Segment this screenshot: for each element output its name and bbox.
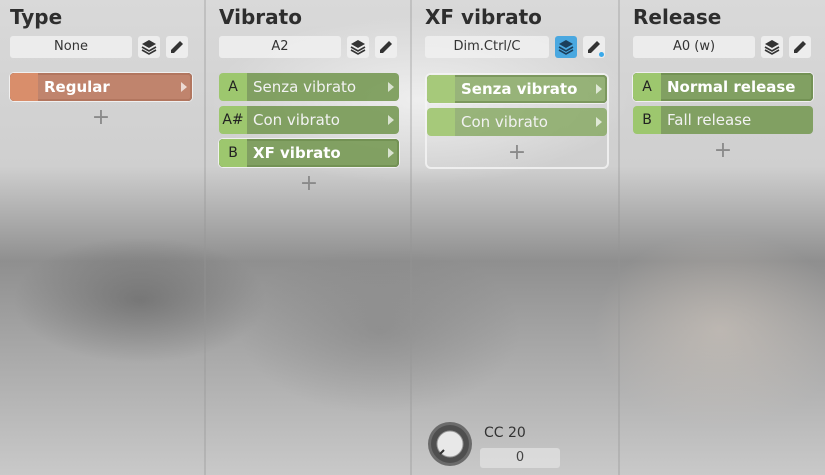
layers-icon <box>141 40 157 55</box>
column-vibrato: Vibrato A2 A Senza vibrato A# Con vibrat… <box>204 0 410 475</box>
add-articulation-button[interactable]: + <box>633 139 813 163</box>
add-articulation-button[interactable]: + <box>219 172 399 196</box>
column-title: Vibrato <box>219 5 302 29</box>
edit-button[interactable] <box>375 36 397 58</box>
add-articulation-button[interactable]: + <box>10 106 192 130</box>
articulation-key: B <box>633 106 661 134</box>
articulation-label: Regular <box>38 73 192 101</box>
articulation-key: A <box>219 73 247 101</box>
column-title: XF vibrato <box>425 5 542 29</box>
expand-arrow-icon[interactable] <box>388 148 394 158</box>
column-xf-vibrato: XF vibrato Dim.Ctrl/C Senza vibrato Con … <box>410 0 618 475</box>
articulation-item[interactable]: Senza vibrato <box>427 75 607 103</box>
edit-button[interactable] <box>583 36 605 58</box>
articulation-item[interactable]: B Fall release <box>633 106 813 134</box>
articulation-label: Senza vibrato <box>247 73 399 101</box>
cc-knob[interactable] <box>426 420 474 468</box>
column-type: Type None Regular + <box>0 0 204 475</box>
articulation-key: A <box>633 73 661 101</box>
controller-field[interactable]: Dim.Ctrl/C <box>425 36 549 58</box>
edit-button[interactable] <box>166 36 188 58</box>
column-release: Release A0 (w) A Normal release B Fall r… <box>618 0 825 475</box>
layers-button[interactable] <box>347 36 369 58</box>
edit-button[interactable] <box>789 36 811 58</box>
layers-icon <box>350 40 366 55</box>
keyswitch-field[interactable]: None <box>10 36 132 58</box>
articulation-item[interactable]: Regular <box>10 73 192 101</box>
articulation-label: Con vibrato <box>247 106 399 134</box>
column-title: Type <box>10 5 63 29</box>
expand-arrow-icon[interactable] <box>596 117 602 127</box>
layers-icon <box>764 40 780 55</box>
articulation-item[interactable]: A Normal release <box>633 73 813 101</box>
articulation-label: Con vibrato <box>455 108 607 136</box>
layers-button[interactable] <box>555 36 577 58</box>
articulation-key: A# <box>219 106 247 134</box>
cc-value-field[interactable]: 0 <box>480 448 560 468</box>
articulation-label: XF vibrato <box>247 139 399 167</box>
keyswitch-field[interactable]: A2 <box>219 36 341 58</box>
articulation-label: Senza vibrato <box>455 75 607 103</box>
articulation-key <box>10 73 38 101</box>
add-articulation-button[interactable]: + <box>427 141 607 167</box>
articulation-item[interactable]: Con vibrato <box>427 108 607 136</box>
articulation-group: Senza vibrato Con vibrato + <box>425 73 609 169</box>
articulation-key <box>427 108 455 136</box>
expand-arrow-icon[interactable] <box>388 115 394 125</box>
articulation-label: Fall release <box>661 106 813 134</box>
column-title: Release <box>633 5 722 29</box>
articulation-key <box>427 75 455 103</box>
articulation-label: Normal release <box>661 73 813 101</box>
expand-arrow-icon[interactable] <box>388 82 394 92</box>
pencil-icon <box>380 41 392 53</box>
articulation-key: B <box>219 139 247 167</box>
articulation-item[interactable]: A Senza vibrato <box>219 73 399 101</box>
modified-indicator <box>599 52 604 57</box>
expand-arrow-icon[interactable] <box>596 84 602 94</box>
layers-button[interactable] <box>761 36 783 58</box>
expand-arrow-icon[interactable] <box>181 82 187 92</box>
articulation-item[interactable]: A# Con vibrato <box>219 106 399 134</box>
knob-icon <box>428 422 472 466</box>
pencil-icon <box>171 41 183 53</box>
layers-button[interactable] <box>138 36 160 58</box>
pencil-icon <box>794 41 806 53</box>
articulation-item[interactable]: B XF vibrato <box>219 139 399 167</box>
layers-icon <box>558 40 574 55</box>
cc-label: CC 20 <box>484 425 526 441</box>
keyswitch-field[interactable]: A0 (w) <box>633 36 755 58</box>
